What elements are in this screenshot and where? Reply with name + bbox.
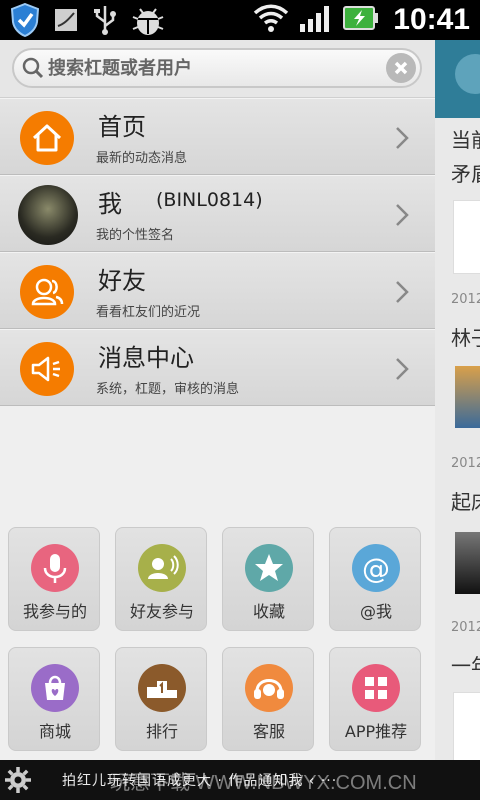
chevron-right-icon: [394, 356, 410, 386]
at-icon: @: [352, 544, 400, 592]
wifi-icon: [253, 3, 289, 37]
close-icon: [394, 61, 408, 75]
grid-button-label: 排行: [145, 722, 178, 741]
grid-button-label: APP推荐: [344, 722, 408, 741]
menu-item-home[interactable]: 首页 最新的动态消息: [0, 98, 435, 175]
menu-item-title: 我: [98, 190, 122, 218]
menu-item-subtitle: 系统，杠题，审核的消息: [96, 382, 240, 397]
grid-button-label: 收藏: [252, 602, 285, 621]
battery-charging-icon: [343, 6, 379, 34]
gear-icon[interactable]: [4, 766, 32, 798]
friends-icon: [20, 265, 74, 319]
usb-icon: [92, 4, 118, 40]
signal-icon: [299, 4, 333, 36]
bottom-bar: 拍红儿玩转国语成更大 · 作品通知我 ‹ ··· 玩意下载 WWW.NBWYX.…: [0, 760, 480, 800]
peek-row-title: 一年: [451, 654, 480, 678]
peek-row-title: 林子: [451, 326, 480, 350]
menu-item-subtitle: 最新的动态消息: [96, 151, 188, 166]
side-menu-panel: 首页 最新的动态消息 我 (BINL0814) 我的个性签名 好友 看看杠友们的…: [0, 40, 435, 760]
apps-icon: [352, 664, 400, 712]
grid-button-label: 好友参与: [129, 602, 194, 621]
peek-header-bar: [435, 40, 480, 118]
grid-button-customer-service[interactable]: 客服: [222, 647, 314, 751]
status-bar: 10:41: [0, 0, 480, 40]
menu-item-title: 首页: [98, 113, 146, 141]
search-input[interactable]: [48, 55, 378, 81]
menu-item-me[interactable]: 我 (BINL0814) 我的个性签名: [0, 175, 435, 252]
friend-voice-icon: [138, 544, 186, 592]
menu-item-subtitle: 看看杠友们的近况: [96, 305, 201, 320]
peek-date: 2012: [451, 292, 480, 307]
menu-item-messages[interactable]: 消息中心 系统，杠题，审核的消息: [0, 329, 435, 406]
menu-item-title: 好友: [98, 267, 146, 295]
menu-item-friends[interactable]: 好友 看看杠友们的近况: [0, 252, 435, 329]
peek-date: 2012: [451, 620, 480, 635]
peek-thumbnail: [455, 366, 480, 428]
grid-button-favorites[interactable]: 收藏: [222, 527, 314, 631]
speaker-icon: [20, 342, 74, 396]
svg-text:@: @: [362, 552, 390, 585]
peek-menu-button[interactable]: [455, 54, 480, 94]
peek-row-title: 起床: [451, 490, 480, 514]
grid-button-ranking[interactable]: 排行: [115, 647, 207, 751]
screenshot-icon: [54, 8, 78, 36]
shield-icon: [10, 2, 40, 41]
grid-button-label: 我参与的: [22, 602, 87, 621]
username-label: (BINL0814): [156, 189, 263, 211]
chevron-right-icon: [394, 279, 410, 309]
peek-thumbnail: [455, 532, 480, 594]
chevron-right-icon: [394, 202, 410, 232]
grid-button-app-recommend[interactable]: APP推荐: [329, 647, 421, 751]
grid-button-friends-participation[interactable]: 好友参与: [115, 527, 207, 631]
search-box[interactable]: [12, 48, 422, 88]
shopping-bag-icon: [31, 664, 79, 712]
grid-button-shop[interactable]: 商城: [8, 647, 100, 751]
chevron-right-icon: [394, 125, 410, 155]
menu-item-subtitle: 我的个性签名: [96, 228, 175, 243]
search-icon: [22, 57, 44, 83]
watermark-text: 玩意下载 WWW.NBWYX.COM.CN: [110, 772, 417, 794]
avatar: [18, 185, 78, 245]
clear-search-button[interactable]: [386, 53, 416, 83]
peek-card: [453, 200, 480, 274]
search-bar: [0, 40, 435, 98]
peek-card: [453, 692, 480, 760]
android-debug-icon: [132, 3, 164, 41]
grid-button-label: @我: [359, 602, 392, 621]
grid-button-label: 客服: [252, 722, 285, 741]
background-app-peek[interactable]: 当前 矛盾 2012 林子 2012 起床 2012 一年: [435, 40, 480, 760]
menu-item-title: 消息中心: [98, 344, 194, 372]
grid-button-label: 商城: [38, 722, 71, 741]
grid-button-mentions[interactable]: @ @我: [329, 527, 421, 631]
peek-header-label: 当前: [451, 128, 480, 152]
star-icon: [245, 544, 293, 592]
clock-time: 10:41: [393, 3, 470, 36]
peek-row-title: 矛盾: [451, 162, 480, 186]
microphone-icon: [31, 544, 79, 592]
peek-date: 2012: [451, 456, 480, 471]
headset-icon: [245, 664, 293, 712]
grid-button-my-participation[interactable]: 我参与的: [8, 527, 100, 631]
podium-icon: [138, 664, 186, 712]
home-icon: [20, 111, 74, 165]
